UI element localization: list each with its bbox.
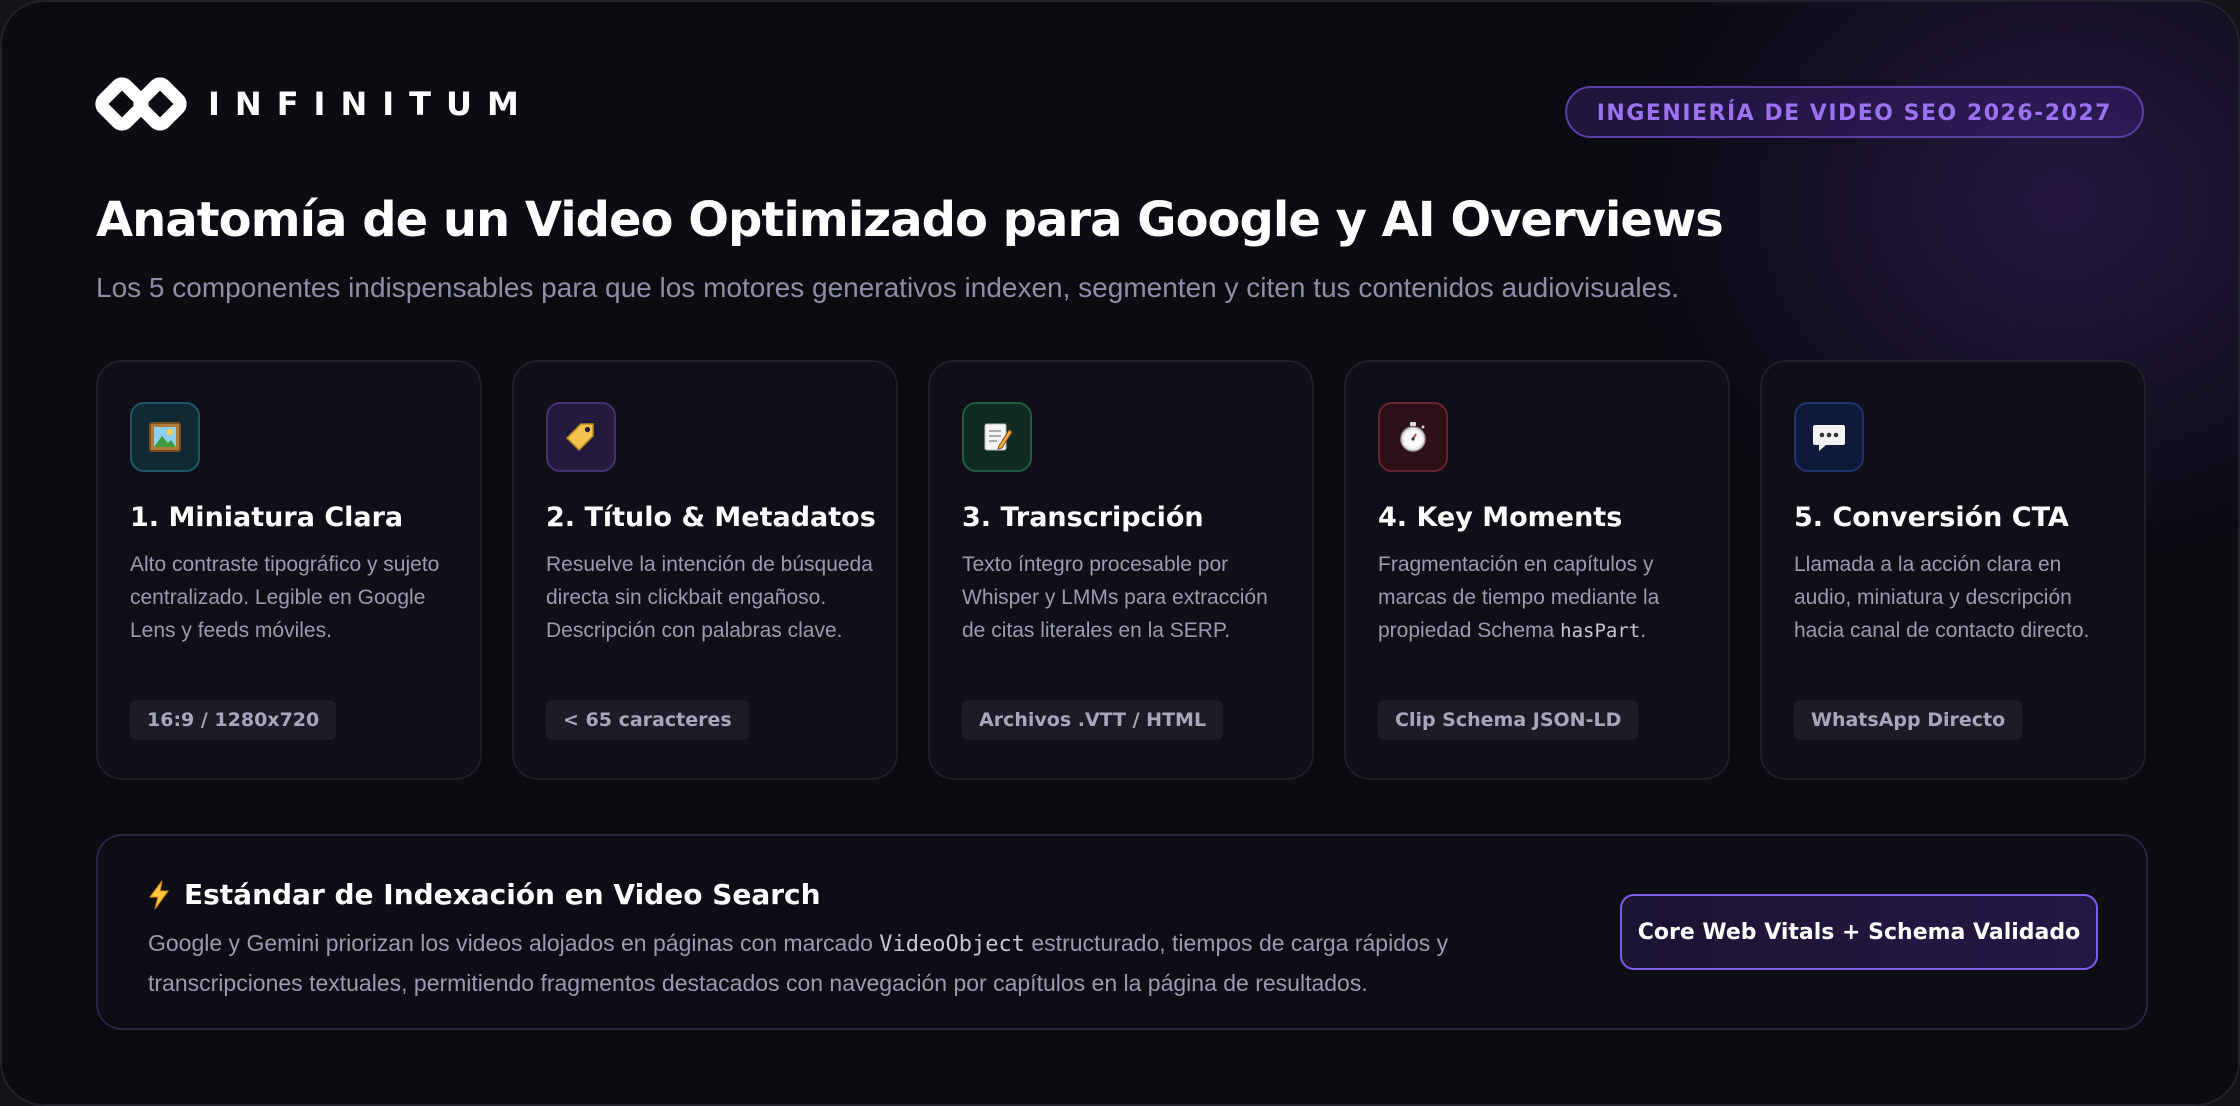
lightning-icon (149, 880, 169, 909)
card-title: 4. Key Moments (1378, 502, 1623, 533)
infographic-frame: INFINITUM INGENIERÍA DE VIDEO SEO 2026-2… (0, 0, 2240, 1106)
label-tag-icon (546, 402, 616, 472)
brand-logo: INFINITUM (94, 76, 534, 132)
card-title: 1. Miniatura Clara (130, 502, 404, 533)
core-web-vitals-button[interactable]: Core Web Vitals + Schema Validado (1620, 894, 2098, 970)
footer-heading: Estándar de Indexación en Video Search (148, 878, 821, 911)
footer-title: Estándar de Indexación en Video Search (184, 878, 821, 911)
card-description: Resuelve la intención de búsqueda direct… (546, 553, 873, 642)
schema-property-code: hasPart (1560, 620, 1641, 642)
edition-badge: INGENIERÍA DE VIDEO SEO 2026-2027 (1564, 86, 2144, 138)
card-description: Texto íntegro procesable por Whisper y L… (962, 553, 1268, 642)
card-tag: Archivos .VTT / HTML (962, 700, 1224, 740)
card-tag: 16:9 / 1280x720 (130, 700, 337, 740)
card-description: Fragmentación en capítulos y marcas de t… (1378, 553, 1660, 642)
component-cards: 1. Miniatura Clara Alto contraste tipogr… (96, 360, 2146, 780)
indexing-standard-panel: Estándar de Indexación en Video Search G… (96, 834, 2148, 1030)
infinity-logo-icon (95, 77, 187, 131)
card-title: 2. Título & Metadatos (546, 502, 876, 533)
page-subtitle: Los 5 componentes indispensables para qu… (96, 272, 1679, 303)
framed-picture-icon (130, 402, 200, 472)
speech-bubble-icon (1794, 402, 1864, 472)
card-title: 3. Transcripción (962, 502, 1204, 533)
card-title: 5. Conversión CTA (1794, 502, 2069, 533)
card-thumbnail: 1. Miniatura Clara Alto contraste tipogr… (96, 360, 482, 780)
card-tag: Clip Schema JSON-LD (1378, 700, 1639, 740)
stopwatch-icon (1378, 402, 1448, 472)
brand-name: INFINITUM (208, 85, 534, 123)
videoobject-code: VideoObject (879, 932, 1025, 957)
card-tag: WhatsApp Directo (1794, 700, 2023, 740)
card-conversion-cta: 5. Conversión CTA Llamada a la acción cl… (1760, 360, 2146, 780)
card-transcription: 3. Transcripción Texto íntegro procesabl… (928, 360, 1314, 780)
card-description: Llamada a la acción clara en audio, mini… (1794, 553, 2090, 642)
page-title: Anatomía de un Video Optimizado para Goo… (96, 192, 1724, 248)
memo-icon (962, 402, 1032, 472)
footer-description: Google y Gemini priorizan los videos alo… (148, 930, 1449, 996)
card-key-moments: 4. Key Moments Fragmentación en capítulo… (1344, 360, 1730, 780)
card-description: Alto contraste tipográfico y sujeto cent… (130, 553, 440, 642)
card-title-metadata: 2. Título & Metadatos Resuelve la intenc… (512, 360, 898, 780)
card-tag: < 65 caracteres (546, 700, 749, 740)
